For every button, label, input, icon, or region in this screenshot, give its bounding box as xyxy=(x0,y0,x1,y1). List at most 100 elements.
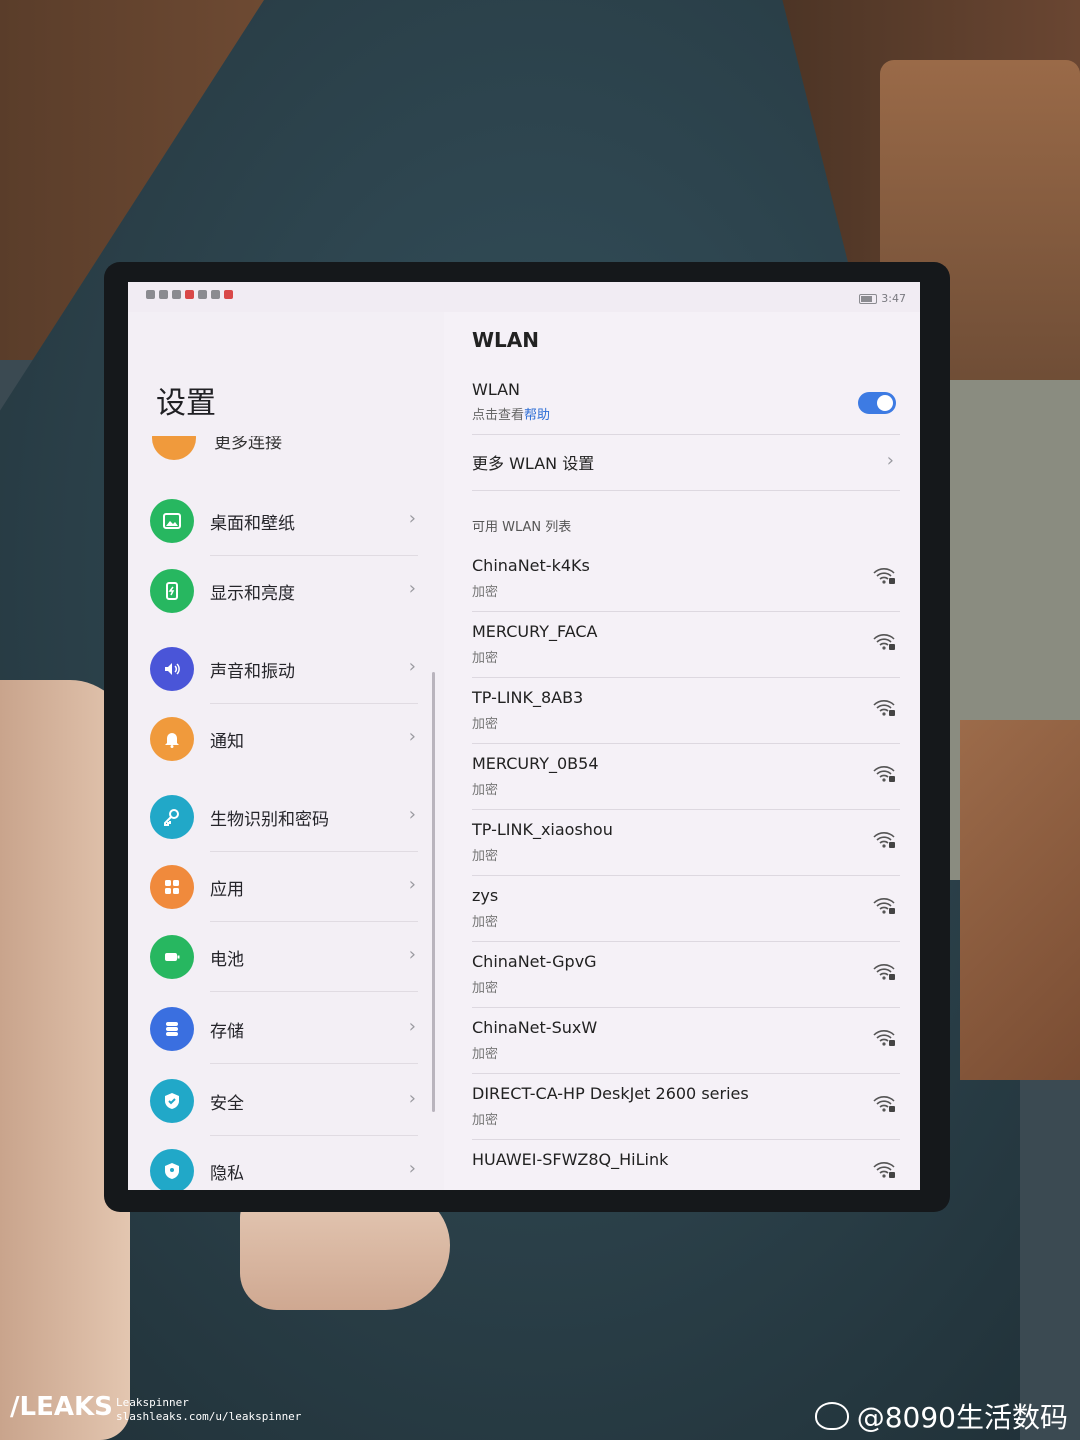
sidebar-item-label: 隐私 xyxy=(210,1164,244,1184)
network-security: 加密 xyxy=(472,915,499,930)
chevron-right-icon: › xyxy=(408,508,416,529)
network-row[interactable]: zys 加密 xyxy=(444,876,920,942)
wifi-locked-icon xyxy=(873,1096,895,1112)
network-security: 加密 xyxy=(472,651,499,666)
wifi-locked-icon xyxy=(873,898,895,914)
network-ssid: ChinaNet-GpvG xyxy=(472,952,597,971)
network-security: 加密 xyxy=(472,1113,499,1128)
help-link[interactable]: 帮助 xyxy=(524,408,550,423)
network-ssid: TP-LINK_8AB3 xyxy=(472,688,584,707)
network-ssid: ChinaNet-SuxW xyxy=(472,1018,598,1037)
network-row[interactable]: TP-LINK_8AB3 加密 xyxy=(444,678,920,744)
network-ssid: TP-LINK_xiaoshou xyxy=(472,820,613,839)
chevron-right-icon: › xyxy=(408,944,416,965)
wifi-locked-icon xyxy=(873,832,895,848)
status-bar: 3:47 xyxy=(128,282,920,312)
app-notification-icon xyxy=(185,290,194,299)
sidebar-item-label: 存储 xyxy=(210,1022,244,1042)
chevron-right-icon: › xyxy=(408,1158,416,1179)
wifi-locked-icon xyxy=(873,1162,895,1178)
sidebar-item-label: 声音和振动 xyxy=(210,662,295,682)
scrollbar[interactable] xyxy=(432,672,435,1112)
sidebar-item-storage[interactable]: 存储 › xyxy=(128,994,444,1064)
chat-icon xyxy=(198,290,207,299)
sidebar-item-display[interactable]: 显示和亮度 › xyxy=(128,556,444,626)
wallpaper-icon xyxy=(150,499,194,543)
network-ssid: HUAWEI-SFWZ8Q_HiLink xyxy=(472,1150,669,1169)
sidebar-item-more-connections[interactable]: 更多连接 xyxy=(150,436,440,460)
network-row[interactable]: ChinaNet-k4Ks 加密 xyxy=(444,546,920,612)
wifi-locked-icon xyxy=(873,766,895,782)
sidebar-item-label: 桌面和壁纸 xyxy=(210,514,295,534)
settings-sidebar: 设置 更多连接 桌面和壁纸 › 显示和亮度 › 声音和振动 › 通知 › 生物识… xyxy=(128,312,444,1190)
sidebar-item-label: 显示和亮度 xyxy=(210,584,295,604)
network-row[interactable]: TP-LINK_xiaoshou 加密 xyxy=(444,810,920,876)
wlan-toggle[interactable] xyxy=(858,392,896,414)
sidebar-item-label: 生物识别和密码 xyxy=(210,810,329,830)
chevron-right-icon: › xyxy=(408,804,416,825)
network-security: 加密 xyxy=(472,981,499,996)
display-icon xyxy=(150,569,194,613)
network-security: 加密 xyxy=(472,783,499,798)
leaks-watermark-caption: Leakspinner slashleaks.com/u/leakspinner xyxy=(116,1396,302,1423)
network-row[interactable]: ChinaNet-SuxW 加密 xyxy=(444,1008,920,1074)
network-ssid: ChinaNet-k4Ks xyxy=(472,556,590,575)
chevron-right-icon: › xyxy=(408,726,416,747)
sidebar-item-label: 应用 xyxy=(210,880,244,900)
chevron-right-icon: › xyxy=(408,874,416,895)
bell-icon xyxy=(150,717,194,761)
network-row[interactable]: DIRECT-CA-HP DeskJet 2600 series 加密 xyxy=(444,1074,920,1140)
network-security: 加密 xyxy=(472,1047,499,1062)
chevron-right-icon: › xyxy=(408,578,416,599)
battery-icon xyxy=(150,935,194,979)
sound-icon xyxy=(150,647,194,691)
sidebar-item-label: 通知 xyxy=(210,732,244,752)
status-time: 3:47 xyxy=(881,292,906,305)
wifi-locked-icon xyxy=(873,568,895,584)
notification-icon xyxy=(172,290,181,299)
network-list-header: 可用 WLAN 列表 xyxy=(472,520,572,535)
wifi-locked-icon xyxy=(873,700,895,716)
network-security: 加密 xyxy=(472,585,499,600)
network-ssid: MERCURY_FACA xyxy=(472,622,598,641)
status-icons xyxy=(146,290,233,299)
storage-icon xyxy=(150,1007,194,1051)
network-security: 加密 xyxy=(472,849,499,864)
panel-title: WLAN xyxy=(472,328,540,352)
chevron-right-icon: › xyxy=(886,450,894,471)
wifi-locked-icon xyxy=(873,634,895,650)
network-row[interactable]: ChinaNet-GpvG 加密 xyxy=(444,942,920,1008)
chevron-right-icon: › xyxy=(408,656,416,677)
sidebar-item-privacy[interactable]: 隐私 › xyxy=(128,1136,444,1190)
chevron-right-icon: › xyxy=(408,1088,416,1109)
sidebar-item-label: 更多连接 xyxy=(214,436,282,453)
sidebar-item-security[interactable]: 安全 › xyxy=(128,1066,444,1136)
network-row[interactable]: MERCURY_0B54 加密 xyxy=(444,744,920,810)
weibo-icon xyxy=(814,1402,849,1430)
network-row[interactable]: HUAWEI-SFWZ8Q_HiLink xyxy=(444,1140,920,1190)
sidebar-item-sound[interactable]: 声音和振动 › xyxy=(128,634,444,704)
network-security: 加密 xyxy=(472,717,499,732)
sidebar-item-label: 安全 xyxy=(210,1094,244,1114)
sidebar-item-wallpaper[interactable]: 桌面和壁纸 › xyxy=(128,486,444,556)
page-title: 设置 xyxy=(156,386,216,421)
wlan-help-text: 点击查看帮助 xyxy=(472,408,551,423)
more-wlan-settings[interactable]: 更多 WLAN 设置 xyxy=(472,450,594,474)
sim-icon xyxy=(146,290,155,299)
key-icon xyxy=(150,795,194,839)
cloud-icon xyxy=(211,290,220,299)
sidebar-item-biometrics[interactable]: 生物识别和密码 › xyxy=(128,782,444,852)
sidebar-item-apps[interactable]: 应用 › xyxy=(128,852,444,922)
shield-icon xyxy=(150,1079,194,1123)
sidebar-item-notifications[interactable]: 通知 › xyxy=(128,704,444,774)
network-row[interactable]: MERCURY_FACA 加密 xyxy=(444,612,920,678)
signal-icon xyxy=(159,290,168,299)
sidebar-item-battery[interactable]: 电池 › xyxy=(128,922,444,992)
wlan-toggle-label: WLAN xyxy=(472,380,521,399)
app-badge-icon xyxy=(224,290,233,299)
wifi-locked-icon xyxy=(873,1030,895,1046)
status-right: 3:47 xyxy=(859,292,906,305)
network-ssid: DIRECT-CA-HP DeskJet 2600 series xyxy=(472,1084,749,1103)
link-icon xyxy=(152,436,196,460)
weibo-watermark: @8090生活数码 xyxy=(814,1396,1068,1436)
